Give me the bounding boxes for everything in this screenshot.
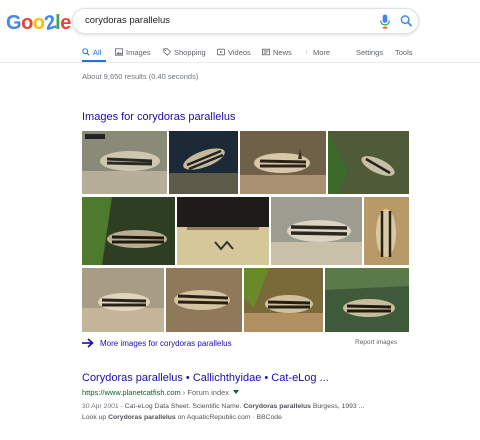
more-images-link[interactable]: More images for corydoras parallelus [82, 336, 232, 350]
image-thumbnail[interactable] [271, 197, 362, 265]
tab-more[interactable]: More [306, 46, 330, 58]
settings-link[interactable]: Settings [356, 46, 383, 58]
image-thumbnail[interactable] [325, 268, 409, 332]
more-images-label: More images for corydoras parallelus [100, 338, 232, 348]
image-thumbnail[interactable] [169, 131, 238, 194]
logo-letter: o [21, 12, 33, 34]
tab-label: Images [126, 47, 151, 57]
tab-images[interactable]: Images [115, 46, 151, 58]
search-box[interactable]: corydoras parallelus [72, 8, 419, 34]
snippet-text: Cat-eLog Data Sheet. Scientific Name. [124, 403, 244, 410]
result-url-domain: https://www.planetcatfish.com [82, 388, 181, 397]
image-thumbnail[interactable] [244, 268, 323, 332]
snippet-bold: Corydoras parallelus [108, 414, 176, 421]
tab-label: Shopping [174, 47, 206, 57]
result-snippet: 30 Apr 2001 - Cat-eLog Data Sheet. Scien… [82, 401, 422, 423]
tools-link[interactable]: Tools [395, 46, 413, 58]
result-url[interactable]: https://www.planetcatfish.com › Forum in… [82, 388, 240, 397]
result-stats: About 9,650 results (0.40 seconds) [82, 72, 199, 81]
logo-letter: e [60, 12, 71, 34]
image-thumbnail[interactable] [328, 131, 409, 194]
tab-shopping[interactable]: Shopping [163, 46, 206, 58]
image-thumbnail[interactable] [82, 268, 164, 332]
more-vert-icon [306, 50, 308, 54]
snippet-line-1: 30 Apr 2001 - Cat-eLog Data Sheet. Scien… [82, 401, 422, 412]
tab-videos[interactable]: Videos [217, 46, 251, 58]
tab-label: More [313, 47, 331, 57]
image-thumbnail[interactable] [82, 197, 175, 265]
snippet-text: Burgess, 1993 ... [310, 403, 365, 410]
tools-label: Tools [395, 47, 413, 57]
image-thumbnail[interactable] [82, 131, 167, 194]
tab-all[interactable]: All [82, 46, 101, 58]
search-icon [82, 48, 90, 56]
snippet-date: 30 Apr 2001 - [82, 403, 125, 410]
image-icon [115, 48, 123, 56]
google-logo[interactable]: Goo2le [6, 11, 71, 35]
snippet-text: on AquaticRepublic.com · BBCode [175, 414, 282, 421]
magnifier-icon[interactable] [400, 14, 413, 28]
settings-label: Settings [356, 47, 384, 57]
tab-news[interactable]: News [262, 46, 292, 58]
image-thumbnail[interactable] [166, 268, 242, 332]
snippet-line-2: Look up Corydoras parallelus on AquaticR… [82, 412, 422, 423]
image-thumbnail[interactable] [240, 131, 326, 194]
snippet-text: Look up [82, 414, 109, 421]
play-icon [217, 48, 225, 56]
tab-label: All [93, 47, 102, 57]
result-url-breadcrumb: › Forum index [182, 388, 230, 397]
search-tabs: All Images Shopping Videos News More Set… [82, 46, 422, 62]
result-title-link[interactable]: Corydoras parallelus • Callichthyidae • … [82, 372, 329, 384]
image-thumbnail[interactable] [364, 197, 409, 265]
tag-icon [163, 48, 171, 56]
arrow-right-icon [82, 338, 94, 348]
tabs-divider [0, 62, 480, 63]
search-input[interactable]: corydoras parallelus [85, 15, 170, 26]
logo-letter: G [6, 12, 22, 34]
snippet-bold: Corydoras parallelus [243, 403, 311, 410]
tab-label: News [273, 47, 292, 57]
image-thumbnail[interactable] [177, 197, 269, 265]
newspaper-icon [262, 48, 270, 56]
images-section-heading[interactable]: Images for corydoras parallelus [82, 111, 235, 123]
microphone-icon[interactable] [379, 14, 391, 29]
report-images-link[interactable]: Report images [355, 339, 397, 346]
chevron-down-icon[interactable] [233, 390, 240, 395]
tab-label: Videos [228, 47, 251, 57]
